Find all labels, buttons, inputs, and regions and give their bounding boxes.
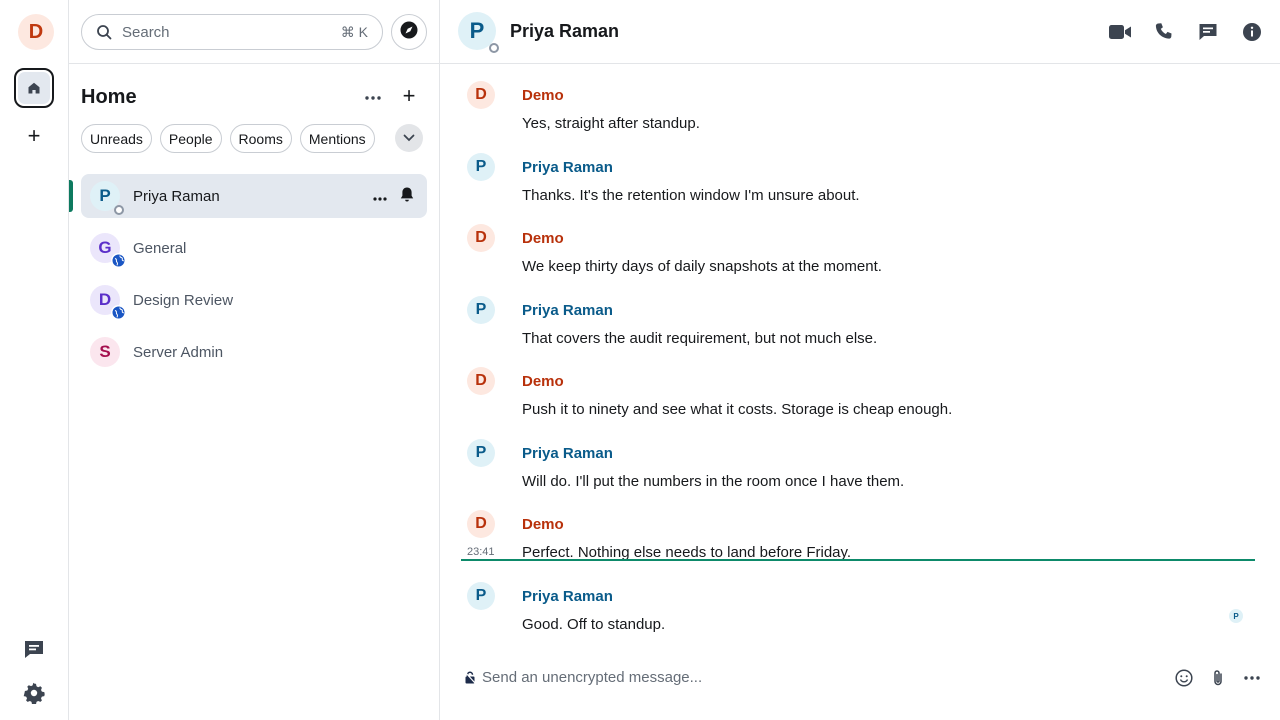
unencrypted-lock-icon [464,671,476,689]
room-item-server-admin[interactable]: S Server Admin [81,330,427,374]
message-event[interactable]: P Priya Raman Good. Off to standup. [440,573,1280,643]
room-name: General [133,239,187,257]
threads-icon[interactable] [23,638,45,665]
presence-offline-icon [489,43,499,53]
room-name: Design Review [133,291,234,309]
home-space-button[interactable] [14,68,54,108]
room-name: Server Admin [133,343,224,361]
message-sender[interactable]: Priya Raman [522,588,613,605]
message-event[interactable]: D Demo Yes, straight after standup. [440,72,1280,142]
message-body: Good. Off to standup. [522,616,666,633]
room-info-icon[interactable] [1240,20,1264,44]
avatar: P [90,181,124,215]
message-body: That covers the audit requirement, but n… [522,330,878,347]
message-body: We keep thirty days of daily snapshots a… [522,258,882,275]
search-placeholder: Search [122,23,170,41]
message-input[interactable]: Send an unencrypted message... [482,669,702,686]
notification-bell-icon[interactable] [399,186,415,208]
room-header-actions [1108,20,1264,44]
message-event[interactable]: D Demo Push it to ninety and see what it… [440,358,1280,428]
room-options-more-icon[interactable] [373,188,387,206]
avatar[interactable]: D [467,224,495,252]
presence-offline-icon [114,205,124,215]
search-icon [96,24,112,40]
room-header: P Priya Raman [440,0,1280,64]
room-header-avatar[interactable]: P [458,12,499,53]
public-globe-icon [111,305,126,320]
message-sender[interactable]: Demo [522,516,564,533]
avatar[interactable]: P [467,153,495,181]
message-sender[interactable]: Priya Raman [522,445,613,462]
room-list-panel: Search ⌘ K Home + Unreads People Rooms M… [69,0,440,720]
emoji-icon[interactable] [1174,668,1194,688]
filter-people[interactable]: People [159,124,222,153]
home-title: Home [81,86,137,108]
message-body: Yes, straight after standup. [522,115,700,132]
room-list-divider [69,63,439,64]
avatar: G [90,233,126,268]
compass-icon [399,20,419,45]
read-marker-line [461,559,1255,561]
search-input[interactable]: Search ⌘ K [81,14,383,50]
message-event[interactable]: D Demo We keep thirty days of daily snap… [440,215,1280,285]
spaces-bar: D + [0,0,69,720]
selected-indicator [69,180,73,212]
attachment-paperclip-icon[interactable] [1208,668,1228,688]
message-body: Push it to ninety and see what it costs.… [522,401,953,418]
user-menu-avatar[interactable]: D [18,14,54,50]
room-item-general[interactable]: G General [81,226,427,270]
create-space-button[interactable]: + [24,125,44,147]
message-body: Will do. I'll put the numbers in the roo… [522,473,905,490]
avatar[interactable]: D [467,367,495,395]
message-sender[interactable]: Priya Raman [522,159,613,176]
message-sender[interactable]: Demo [522,230,564,247]
app-window: D + Search ⌘ K Home + Unreads People Roo… [0,0,1280,720]
avatar[interactable]: D [467,81,495,109]
avatar[interactable]: P [467,582,495,610]
add-room-button[interactable]: + [399,85,419,107]
room-header-name[interactable]: Priya Raman [510,21,619,42]
message-sender[interactable]: Demo [522,87,564,104]
message-composer: Send an unencrypted message... [440,656,1280,700]
message-body: Thanks. It's the retention window I'm un… [522,187,860,204]
filter-mentions[interactable]: Mentions [299,124,375,153]
search-shortcut: ⌘ K [340,23,368,40]
filter-expand-chevron-icon[interactable] [395,124,423,152]
avatar[interactable]: D [467,510,495,538]
composer-actions [1174,668,1262,688]
room-name: Priya Raman [133,187,220,205]
message-timestamp[interactable]: 23:41 [467,546,495,558]
room-item-priya-raman[interactable]: P Priya Raman [69,174,427,218]
room-filters: Unreads People Rooms Mentions [81,124,375,153]
threads-icon[interactable] [1196,20,1220,44]
video-call-icon[interactable] [1108,20,1132,44]
read-receipt-avatar[interactable]: P [1229,609,1243,623]
room-item-design-review[interactable]: D Design Review [81,278,427,322]
message-event[interactable]: P Priya Raman Will do. I'll put the numb… [440,430,1280,500]
filter-unreads[interactable]: Unreads [81,124,152,153]
avatar: S [90,337,120,367]
composer-more-options-icon[interactable] [1242,668,1262,688]
settings-gear-icon[interactable] [23,682,45,709]
avatar: D [90,285,126,320]
voice-call-phone-icon[interactable] [1152,20,1176,44]
message-sender[interactable]: Demo [522,373,564,390]
explore-rooms-button[interactable] [391,14,427,50]
filter-rooms[interactable]: Rooms [229,124,292,153]
avatar[interactable]: P [467,296,495,324]
message-event[interactable]: P Priya Raman That covers the audit requ… [440,287,1280,357]
room-list: P Priya Raman G General D Design Review … [69,174,427,382]
message-sender[interactable]: Priya Raman [522,302,613,319]
home-options-more-icon[interactable] [363,88,383,108]
avatar[interactable]: P [467,439,495,467]
home-icon [18,72,50,104]
chat-panel: P Priya Raman D Demo Yes, straight after… [440,0,1280,720]
message-event[interactable]: P Priya Raman Thanks. It's the retention… [440,144,1280,214]
room-actions [373,186,415,208]
public-globe-icon [111,253,126,268]
